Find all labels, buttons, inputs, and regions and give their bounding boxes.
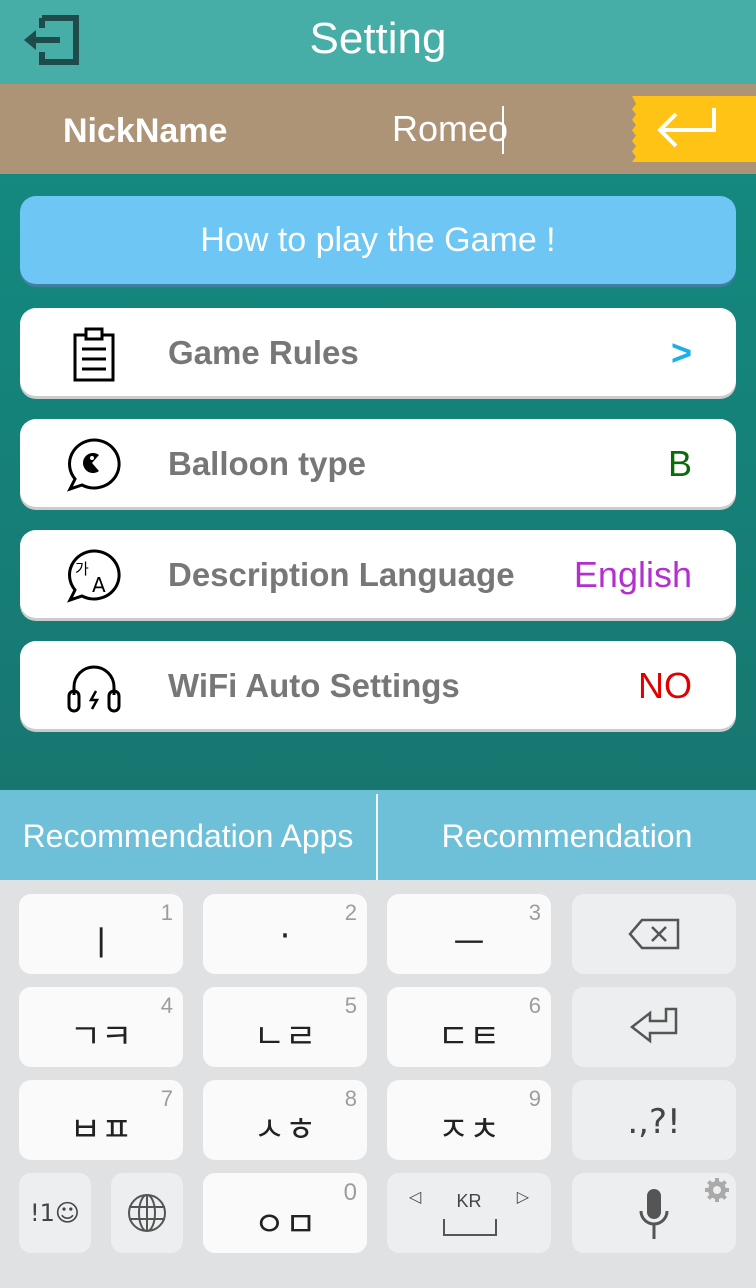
setting-description-language[interactable]: 가 A Description Language English [20, 530, 736, 618]
voice-input-key[interactable] [572, 1173, 736, 1253]
setting-label: Balloon type [168, 445, 367, 482]
settings-panel: How to play the Game ! Game Rules > Ball… [0, 174, 756, 790]
headphones-icon [67, 665, 121, 713]
nickname-input[interactable] [300, 106, 600, 152]
svg-text:가: 가 [75, 560, 89, 578]
setting-value: > [670, 332, 692, 373]
symbols-emoji-key[interactable]: !1☺ [19, 1173, 91, 1253]
key-6[interactable]: 6 ㄷㅌ [387, 987, 551, 1067]
setting-game-rules[interactable]: Game Rules > [20, 308, 736, 396]
setting-value: English [573, 554, 692, 595]
key-glyph: ㄱㅋ [69, 1017, 133, 1057]
key-glyph: ㅈㅊ [437, 1110, 501, 1150]
enter-key[interactable] [572, 987, 736, 1067]
key-glyph: · [279, 916, 291, 956]
setting-value: NO [638, 665, 692, 706]
backspace-icon [628, 918, 680, 950]
setting-balloon-type[interactable]: Balloon type B [20, 419, 736, 507]
svg-text:A: A [92, 573, 106, 597]
nickname-submit-button[interactable] [632, 96, 756, 162]
key-7[interactable]: 7 ㅂㅍ [19, 1080, 183, 1160]
clipboard-icon [73, 327, 115, 382]
space-icon [443, 1219, 497, 1236]
key-glyph: ㅡ [453, 924, 485, 964]
setting-label: Description Language [168, 556, 515, 593]
key-glyph: ㄷㅌ [437, 1017, 501, 1057]
key-3[interactable]: 3 ㅡ [387, 894, 551, 974]
setting-label: WiFi Auto Settings [168, 667, 460, 704]
backspace-key[interactable] [572, 894, 736, 974]
app-header: Setting [0, 0, 756, 84]
nickname-bar: NickName [0, 84, 756, 174]
key-8[interactable]: 8 ㅅㅎ [203, 1080, 367, 1160]
language-switch-key[interactable] [111, 1173, 183, 1253]
nickname-label: NickName [63, 112, 228, 150]
recommendation-bar: Recommendation Apps Recommendation [0, 790, 756, 880]
translate-icon: 가 A [67, 549, 121, 603]
setting-wifi-auto[interactable]: WiFi Auto Settings NO [20, 641, 736, 729]
page-title: Setting [309, 14, 447, 63]
how-to-play-button[interactable]: How to play the Game ! [20, 196, 736, 284]
key-glyph: ㄴㄹ [253, 1017, 317, 1057]
korean-keyboard: 1 ㅣ 2 · 3 ㅡ 4 ㄱㅋ 5 ㄴㄹ 6 ㄷㅌ 7 ㅂㅍ 8 ㅅㅎ 9 ㅈ… [0, 880, 756, 1288]
balloon-chat-icon [67, 438, 121, 492]
cursor-right-icon[interactable]: ▷ [517, 1187, 529, 1207]
key-1[interactable]: 1 ㅣ [19, 894, 183, 974]
setting-value: B [667, 443, 692, 484]
recommendation-button[interactable]: Recommendation [378, 790, 756, 880]
globe-icon [128, 1194, 166, 1232]
space-key[interactable]: ◁ KR ▷ [387, 1173, 551, 1253]
key-glyph: ㅂㅍ [69, 1110, 133, 1150]
setting-label: Game Rules [168, 334, 359, 371]
key-glyph: !1☺ [30, 1199, 80, 1227]
gear-icon[interactable] [704, 1177, 730, 1203]
key-9[interactable]: 9 ㅈㅊ [387, 1080, 551, 1160]
key-5[interactable]: 5 ㄴㄹ [203, 987, 367, 1067]
key-glyph: ㅣ [85, 924, 117, 964]
key-glyph: ㅇㅁ [253, 1205, 317, 1245]
enter-icon [629, 1007, 678, 1044]
enter-arrow-icon [657, 108, 716, 148]
recommendation-apps-button[interactable]: Recommendation Apps [0, 790, 376, 880]
key-glyph: ㅅㅎ [253, 1110, 317, 1150]
key-0[interactable]: 0 ㅇㅁ [203, 1173, 367, 1253]
key-4[interactable]: 4 ㄱㅋ [19, 987, 183, 1067]
text-caret [502, 106, 504, 154]
microphone-icon [639, 1189, 669, 1239]
punctuation-key[interactable]: .,?! [572, 1080, 736, 1160]
key-2[interactable]: 2 · [203, 894, 367, 974]
key-glyph: .,?! [627, 1102, 681, 1142]
